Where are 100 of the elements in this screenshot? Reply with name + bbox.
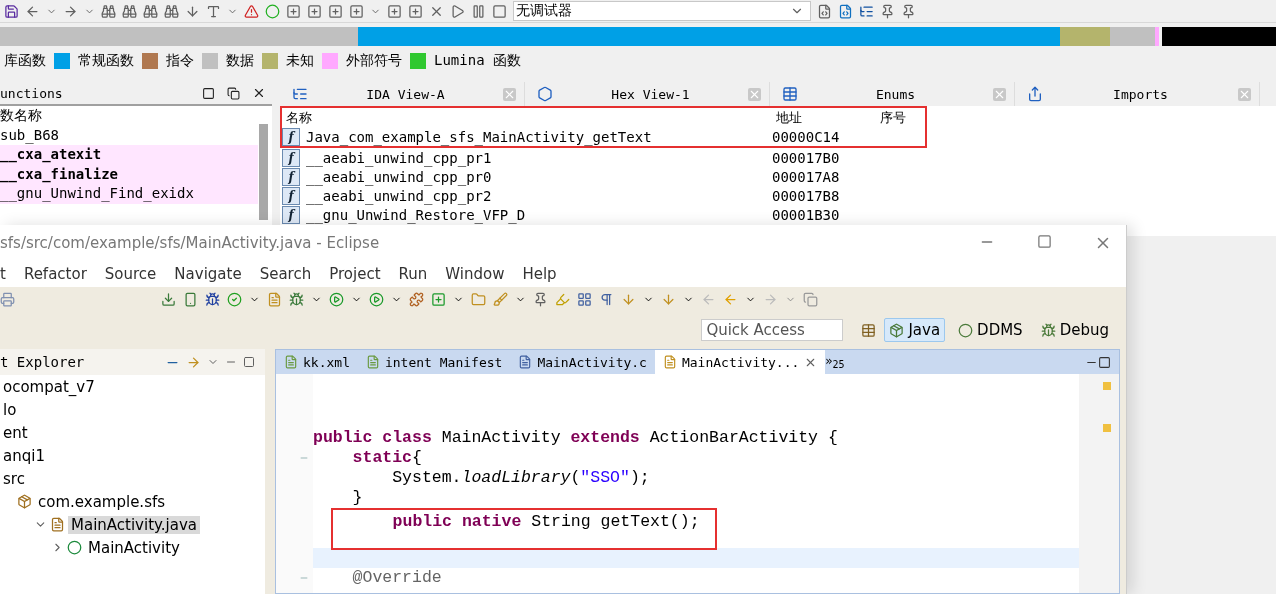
menu-item[interactable]: Navigate (174, 265, 242, 283)
play-icon[interactable] (369, 291, 384, 307)
legend-label: Lumina 函数 (434, 52, 521, 70)
bug-icon[interactable] (205, 291, 220, 307)
pilcrow-icon[interactable] (599, 291, 614, 307)
tree-item[interactable]: MainActivity.java (68, 515, 200, 534)
perspective-button[interactable]: Java (884, 318, 946, 342)
view-icon (537, 86, 553, 102)
file-code-icon[interactable] (838, 3, 853, 19)
perspective-button[interactable]: DDMS (953, 318, 1028, 342)
save-icon[interactable] (4, 3, 19, 19)
grid-icon[interactable] (577, 291, 592, 307)
check-icon[interactable] (227, 291, 242, 307)
table-cell[interactable]: __aeabi_unwind_cpp_pr2 (306, 187, 492, 204)
add-icon[interactable] (307, 3, 322, 19)
pin-icon[interactable] (880, 3, 895, 19)
close-icon[interactable] (252, 86, 266, 100)
tree-item[interactable]: ocompat_v7 (0, 377, 98, 396)
function-icon: f (282, 167, 300, 186)
legend-label: 数据 (226, 52, 254, 70)
play-icon[interactable] (329, 291, 344, 307)
maximize-icon[interactable] (202, 86, 215, 100)
add-icon[interactable] (387, 3, 402, 19)
column-header[interactable]: 地址 (772, 108, 876, 127)
puzzle-icon[interactable] (409, 291, 424, 307)
phone-icon[interactable] (183, 291, 198, 307)
scrollbar[interactable] (259, 124, 268, 220)
play-icon[interactable] (450, 3, 465, 19)
add-icon[interactable] (408, 3, 423, 19)
table-cell-text: 000017B0 (772, 149, 841, 166)
arrow-right-icon[interactable] (63, 3, 78, 19)
function-icon: f (282, 205, 300, 224)
legend-label: 外部符号 (346, 52, 402, 70)
debugger-select[interactable]: 无调试器 (513, 1, 811, 21)
arrow-down-icon[interactable] (185, 3, 200, 19)
file-icon (365, 355, 380, 369)
function-icon: f (282, 186, 300, 205)
warning-icon[interactable] (244, 3, 259, 19)
editor-tab[interactable]: kk.xml (276, 350, 358, 374)
menu-item[interactable]: Search (259, 265, 312, 283)
menu-item[interactable]: Run (398, 265, 428, 283)
code-line: } (351, 488, 364, 508)
tree-item[interactable]: lo (0, 400, 20, 419)
menu-item[interactable]: Source (104, 265, 157, 283)
menu-item[interactable]: Help (522, 265, 557, 283)
tree-item[interactable]: src (0, 469, 28, 488)
download-icon[interactable] (161, 291, 176, 307)
function-icon: f (282, 148, 300, 167)
binoculars-icon[interactable] (101, 3, 116, 19)
legend-label: 库函数 (4, 52, 46, 70)
menu-item[interactable]: t (0, 265, 6, 283)
printer-icon[interactable] (0, 291, 15, 307)
add-icon[interactable] (349, 3, 364, 19)
text-icon[interactable] (206, 3, 221, 19)
file-icon (662, 355, 677, 369)
menu-item[interactable]: Project (329, 265, 381, 283)
table-cell[interactable]: __gnu_Unwind_Restore_VFP_D (306, 206, 526, 223)
column-header[interactable]: 名称 (282, 108, 772, 127)
column-header[interactable]: 序号 (876, 108, 926, 127)
function-row[interactable]: __cxa_atexit (0, 145, 258, 165)
binoculars-icon[interactable] (143, 3, 158, 19)
table-cell-text: 00000C14 (772, 128, 841, 145)
perspective-button[interactable]: Debug (1035, 318, 1114, 342)
circle-icon[interactable] (265, 3, 280, 19)
maximize-icon[interactable] (1098, 355, 1111, 369)
editor-tab[interactable]: intent Manifest (357, 350, 511, 374)
tree-item[interactable]: anqi1 (0, 446, 48, 465)
pause-icon[interactable] (471, 3, 486, 19)
pin-icon[interactable] (533, 291, 548, 307)
stop-icon[interactable] (492, 3, 507, 19)
table-cell-text: 000017A8 (772, 168, 841, 185)
function-row[interactable]: __gnu_Unwind_Find_exidx (0, 184, 258, 204)
menu-item[interactable]: Refactor (23, 265, 87, 283)
binoculars-icon[interactable] (122, 3, 137, 19)
tree-item[interactable]: ent (0, 423, 31, 442)
add-icon[interactable] (328, 3, 343, 19)
quick-access-field[interactable]: Quick Access (701, 319, 844, 341)
tree-item[interactable]: MainActivity (85, 538, 183, 557)
table-cell[interactable]: __aeabi_unwind_cpp_pr0 (306, 168, 492, 185)
binoculars-icon[interactable] (164, 3, 179, 19)
file-code-icon[interactable] (817, 3, 832, 19)
arrow-left-icon[interactable] (25, 3, 40, 19)
tree-item[interactable]: com.example.sfs (35, 492, 169, 511)
table-cell[interactable]: Java_com_example_sfs_MainActivity_getText (306, 128, 652, 145)
list-icon[interactable] (859, 3, 874, 19)
table-cell[interactable]: __aeabi_unwind_cpp_pr1 (306, 149, 492, 166)
editor-tab[interactable]: MainActivity.c (510, 350, 655, 374)
view-icon (292, 86, 308, 102)
pin-icon[interactable] (901, 3, 916, 19)
code-line: System.loadLibrary("SSO"); (391, 468, 651, 488)
menu-item[interactable]: Window (445, 265, 505, 283)
function-row[interactable]: __cxa_finalize (0, 164, 258, 184)
restore-icon[interactable] (227, 86, 240, 100)
grid-icon[interactable] (861, 322, 877, 338)
bug-icon[interactable] (289, 291, 304, 307)
panel-title: unctions (0, 85, 64, 101)
editor-tab[interactable]: MainActivity... (654, 350, 826, 374)
hidden-tabs-button[interactable]: »$_{25}$ (825, 353, 1085, 371)
add-icon[interactable] (286, 3, 301, 19)
add-icon[interactable] (431, 291, 446, 307)
